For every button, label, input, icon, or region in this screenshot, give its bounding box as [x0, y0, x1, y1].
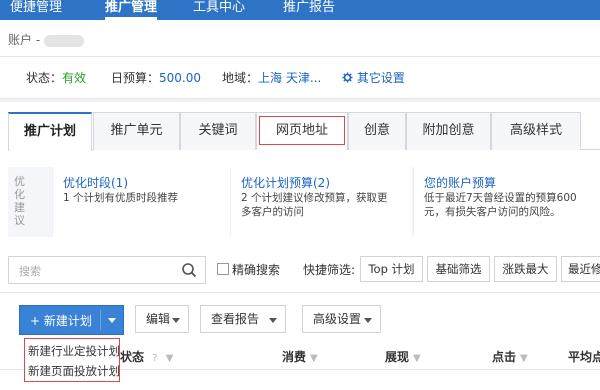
- account-name-redacted: [44, 34, 85, 47]
- column-label: 点击: [492, 350, 517, 364]
- divider: [0, 292, 600, 293]
- column-header-avg[interactable]: 平均点: [568, 348, 600, 365]
- column-label: 消费: [282, 350, 307, 364]
- sort-icon[interactable]: ▼: [166, 353, 174, 364]
- tab-web-url[interactable]: 网页地址: [256, 112, 348, 150]
- tab-extra-creative[interactable]: 附加创意: [406, 112, 491, 150]
- status-label: 状态：: [26, 71, 63, 85]
- region-label: 地域：: [222, 71, 259, 85]
- suggestion-card[interactable]: 您的账户预算 低于最近7天曾经设置的预算600元，有损失客户访问的风险。: [413, 167, 600, 237]
- account-prefix: 账户 -: [8, 33, 41, 47]
- optimization-suggestions: 优化建议 优化时段(1) 1 个计划有优质时段推荐 优化计划预算(2) 2 个计…: [8, 167, 600, 237]
- advanced-settings-dropdown-button[interactable]: 高级设置: [302, 305, 381, 333]
- top-nav: 便捷管理 推广管理 工具中心 推广报告: [0, 0, 600, 20]
- menu-item-new-page-plan[interactable]: 新建页面投放计划: [28, 363, 120, 379]
- menu-item-new-industry-plan[interactable]: 新建行业定投计划: [28, 343, 120, 359]
- account-label: 账户 -: [8, 31, 85, 48]
- suggestion-desc: 2 个计划建议修改预算，获取更多客户的访问: [241, 192, 388, 218]
- suggestion-title[interactable]: 优化计划预算(2): [241, 174, 330, 191]
- highlight-box: [259, 116, 345, 145]
- budget-label: 日预算：: [111, 71, 160, 85]
- column-label: 展现: [385, 350, 410, 364]
- sort-icon[interactable]: ▼: [310, 353, 318, 364]
- quick-filter-basic[interactable]: 基础筛选: [427, 256, 490, 282]
- gear-icon: [342, 72, 353, 83]
- column-header-clicks[interactable]: 点击 ▼: [492, 348, 528, 365]
- other-settings-label: 其它设置: [356, 71, 405, 85]
- chevron-down-icon: [269, 318, 277, 323]
- region-field[interactable]: 地域：上海 天津...: [222, 69, 321, 86]
- suggestion-card[interactable]: 优化计划预算(2) 2 个计划建议修改预算，获取更多客户的访问: [230, 167, 412, 237]
- nav-item-promotion-report[interactable]: 推广报告: [283, 0, 335, 20]
- edit-dropdown-button[interactable]: 编辑: [135, 305, 189, 333]
- nav-item-promotion-manage[interactable]: 推广管理: [105, 0, 157, 20]
- chevron-down-icon: [364, 318, 372, 323]
- exact-search-label[interactable]: 精确搜索: [232, 261, 280, 278]
- column-header-cost[interactable]: 消费 ▼: [282, 348, 318, 365]
- nav-active-indicator: [105, 17, 157, 20]
- column-header-impressions[interactable]: 展现 ▼: [385, 348, 421, 365]
- view-report-dropdown-button[interactable]: 查看报告: [200, 305, 286, 333]
- search-input[interactable]: 搜索: [8, 256, 206, 284]
- column-label: 平均点: [568, 350, 600, 364]
- search-filter-row: 搜索 精确搜索 快捷筛选: Top 计划 基础筛选 涨跌最大 最近修: [0, 252, 600, 288]
- suggestion-desc: 低于最近7天曾经设置的预算600元，有损失客户访问的风险。: [424, 192, 577, 218]
- nav-item-label: 推广管理: [105, 0, 158, 15]
- nav-item-tool-center[interactable]: 工具中心: [193, 0, 245, 20]
- campaign-toolbar: + 新建计划 编辑 查看报告 高级设置: [0, 305, 600, 335]
- region-value[interactable]: 上海 天津...: [258, 71, 321, 85]
- help-icon[interactable]: ?: [152, 353, 157, 364]
- suggestions-vertical-label: 优化建议: [14, 175, 25, 227]
- tab-keyword[interactable]: 关键词: [180, 112, 256, 150]
- tab-ad-group[interactable]: 推广单元: [93, 112, 180, 150]
- sort-icon[interactable]: ▼: [520, 353, 528, 364]
- budget-field[interactable]: 日预算：500.00: [111, 69, 201, 86]
- suggestion-title[interactable]: 优化时段(1): [63, 174, 128, 191]
- button-separator: [100, 310, 101, 330]
- new-plan-button[interactable]: + 新建计划: [19, 305, 124, 335]
- view-report-label: 查看报告: [211, 312, 260, 326]
- column-label: 状态: [120, 350, 145, 364]
- quick-filter-top-plan[interactable]: Top 计划: [360, 256, 423, 282]
- tab-creative[interactable]: 创意: [348, 112, 406, 150]
- status-value: 有效: [62, 71, 87, 85]
- exact-search-checkbox[interactable]: [217, 263, 229, 275]
- budget-value[interactable]: 500.00: [159, 71, 201, 85]
- section-divider: [0, 98, 600, 102]
- nav-item-quick-manage[interactable]: 便捷管理: [10, 0, 62, 20]
- column-header-status[interactable]: 状态 ? ▼: [120, 348, 173, 365]
- new-plan-label: + 新建计划: [30, 314, 92, 328]
- search-placeholder: 搜索: [19, 265, 41, 278]
- level-tabs: 推广计划 推广单元 关键词 网页地址 创意 附加创意 高级样式: [8, 112, 600, 151]
- status-field: 状态：有效: [26, 69, 86, 86]
- suggestion-card[interactable]: 优化时段(1) 1 个计划有优质时段推荐: [52, 167, 230, 237]
- new-plan-dropdown-menu: 新建行业定投计划 新建页面投放计划: [24, 338, 120, 382]
- edit-label: 编辑: [146, 312, 171, 326]
- chevron-down-icon: [172, 318, 180, 323]
- quick-filter-biggest-change[interactable]: 涨跌最大: [494, 256, 557, 282]
- suggestion-title[interactable]: 您的账户预算: [424, 174, 496, 191]
- account-status-bar: 状态：有效 日预算：500.00 地域：上海 天津... 其它设置: [0, 57, 600, 95]
- sort-icon[interactable]: ▼: [413, 353, 421, 364]
- quick-filter-label: 快捷筛选:: [303, 263, 356, 277]
- chevron-down-icon[interactable]: [108, 318, 116, 323]
- advanced-settings-label: 高级设置: [313, 312, 362, 326]
- tab-advanced-style[interactable]: 高级样式: [491, 112, 581, 150]
- quick-filter-recent[interactable]: 最近修: [561, 256, 600, 282]
- suggestion-desc: 1 个计划有优质时段推荐: [63, 192, 179, 204]
- tab-campaign[interactable]: 推广计划: [8, 112, 92, 151]
- other-settings-link[interactable]: 其它设置: [342, 69, 405, 86]
- search-icon[interactable]: [181, 262, 197, 278]
